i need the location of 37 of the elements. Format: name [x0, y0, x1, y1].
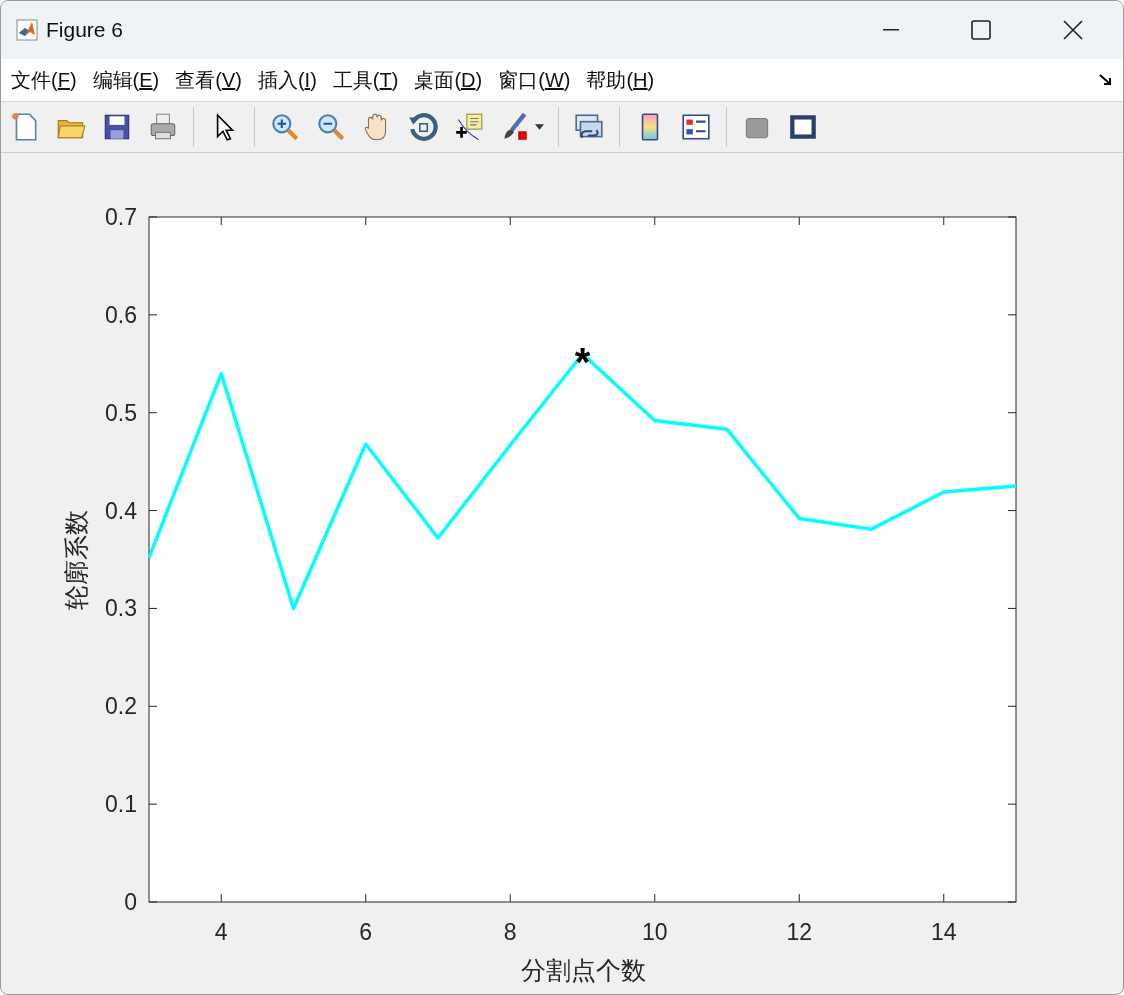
x-axis-label: 分割点个数 — [520, 956, 646, 984]
zoom-out-icon[interactable] — [315, 111, 347, 143]
caret-icon[interactable] — [535, 124, 544, 130]
y-tick-label: 0.5 — [105, 399, 137, 426]
menu-item[interactable]: 文件(F) — [11, 66, 77, 94]
dock-arrow-icon[interactable] — [1099, 74, 1113, 86]
rotate-icon[interactable] — [407, 111, 439, 143]
y-tick-label: 0.3 — [105, 595, 137, 622]
y-axis-label: 轮廓系数 — [62, 509, 90, 610]
menu-item[interactable]: 桌面(D) — [414, 66, 483, 94]
peak-marker: * — [574, 340, 591, 384]
menu-item[interactable]: 查看(V) — [175, 66, 242, 94]
menu-item[interactable]: 工具(T) — [332, 66, 399, 94]
x-tick-label: 4 — [214, 919, 228, 945]
legend-icon[interactable] — [680, 111, 712, 143]
data-cursor-icon[interactable] — [453, 111, 485, 143]
y-tick-label: 0.6 — [105, 301, 137, 328]
minimize-icon[interactable] — [883, 29, 899, 31]
close-icon[interactable] — [1063, 20, 1083, 40]
menu-item[interactable]: 帮助(H) — [586, 66, 655, 94]
x-tick-label: 8 — [503, 919, 517, 945]
y-tick-label: 0.4 — [105, 497, 137, 524]
y-tick-label: 0.1 — [105, 791, 137, 818]
y-tick-label: 0.2 — [105, 693, 137, 720]
app-icon — [16, 19, 38, 41]
menu-item[interactable]: 编辑(E) — [92, 66, 160, 94]
y-tick-label: 0.7 — [105, 204, 137, 230]
menu-item[interactable]: 窗口(W) — [498, 66, 571, 94]
window-title: Figure 6 — [46, 18, 124, 42]
maximize-icon[interactable] — [971, 20, 991, 40]
x-tick-label: 14 — [930, 919, 957, 945]
y-tick-label: 0 — [124, 889, 137, 915]
x-tick-label: 6 — [359, 919, 373, 945]
x-tick-label: 10 — [641, 919, 668, 945]
zoom-in-icon[interactable] — [269, 111, 301, 143]
x-tick-label: 12 — [786, 919, 813, 945]
menu-item[interactable]: 插入(I) — [257, 66, 317, 94]
